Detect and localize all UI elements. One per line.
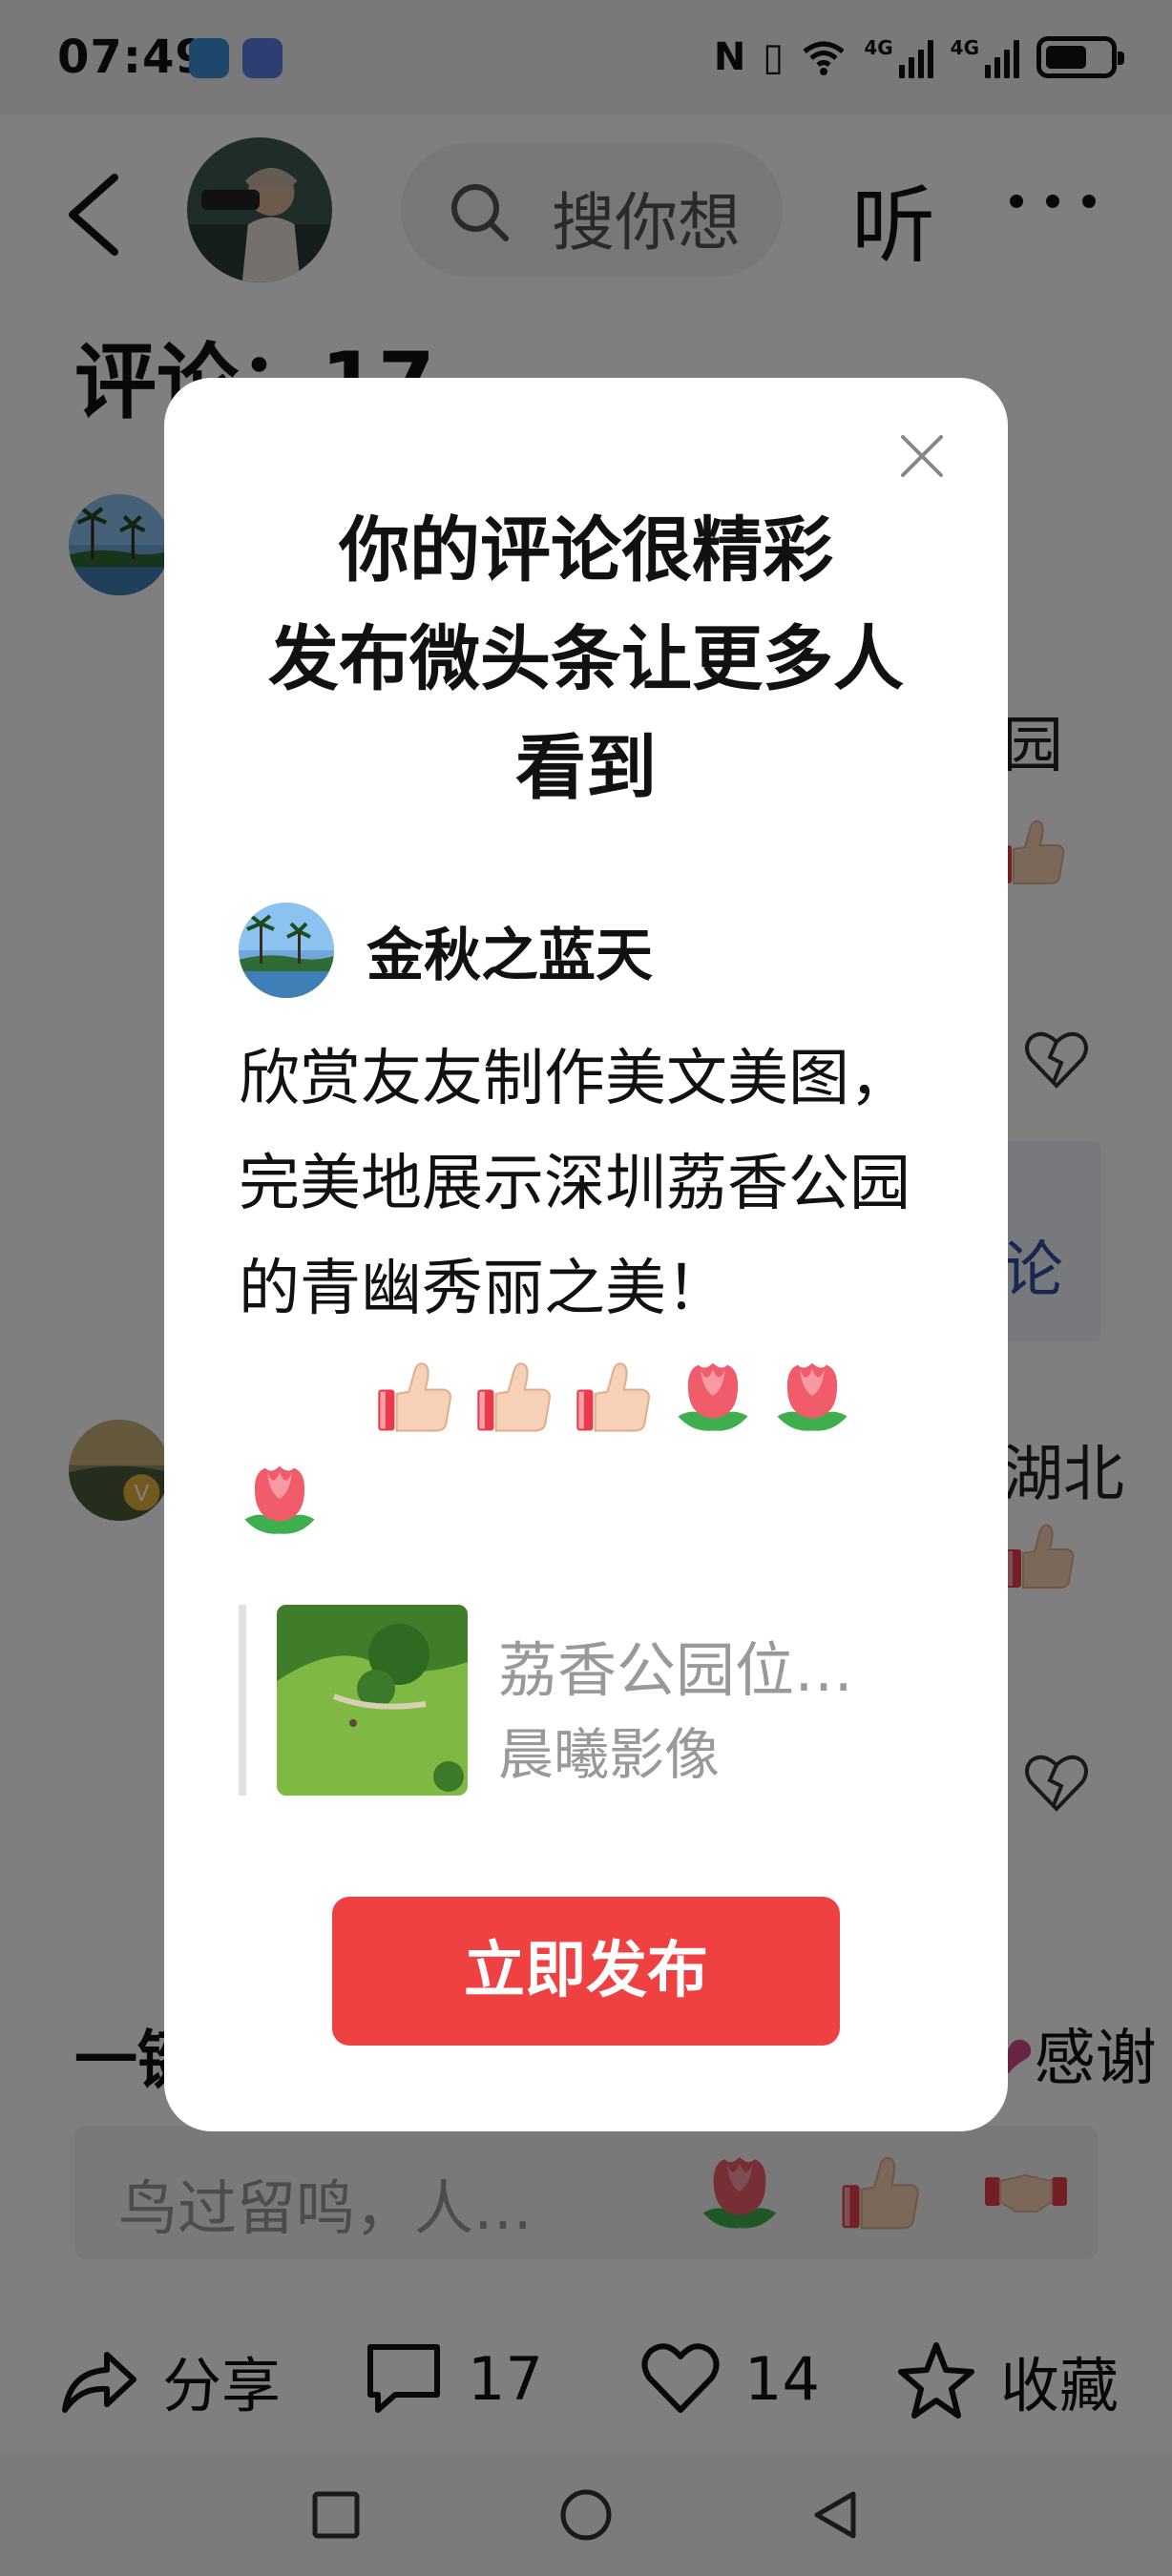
thumbs-up-emoji: [573, 1355, 655, 1437]
publish-now-button[interactable]: 立即发布: [332, 1897, 840, 2046]
dialog-title-line: 看到: [515, 727, 657, 809]
app-screen: 07:49 N ▯ 4G 4G: [0, 0, 1172, 2576]
publish-suggestion-dialog: 你的评论很精彩 发布微头条让更多人 看到 金秋之蓝天 欣赏友友制作美文美图，完美…: [164, 378, 1008, 2131]
article-author: 晨曦影像: [498, 1722, 721, 1787]
comment-text: 欣赏友友制作美文美图，完美地展示深圳荔香公园的青幽秀丽之美！: [239, 1044, 910, 1324]
article-thumbnail: [277, 1605, 468, 1796]
tulip-emoji: [239, 1458, 321, 1540]
comment-emojis: [239, 1458, 321, 1544]
article-reference-card[interactable]: 荔香公园位… 晨曦影像: [239, 1605, 945, 1796]
tulip-emoji: [672, 1355, 754, 1437]
quote-bar: [239, 1605, 246, 1796]
dialog-title-line: 你的评论很精彩: [339, 509, 833, 592]
article-title: 荔香公园位…: [498, 1635, 854, 1705]
tulip-emoji: [771, 1355, 853, 1437]
close-icon[interactable]: [897, 431, 947, 481]
comment-emojis: [374, 1355, 853, 1437]
thumbs-up-emoji: [473, 1355, 555, 1437]
dialog-title: 你的评论很精彩 发布微头条让更多人 看到: [164, 496, 1008, 822]
thumbs-up-emoji: [374, 1355, 456, 1437]
dialog-title-line: 发布微头条让更多人: [268, 618, 904, 700]
comment-author: 金秋之蓝天: [239, 903, 653, 998]
avatar: [239, 903, 334, 998]
comment-username: 金秋之蓝天: [366, 922, 653, 989]
